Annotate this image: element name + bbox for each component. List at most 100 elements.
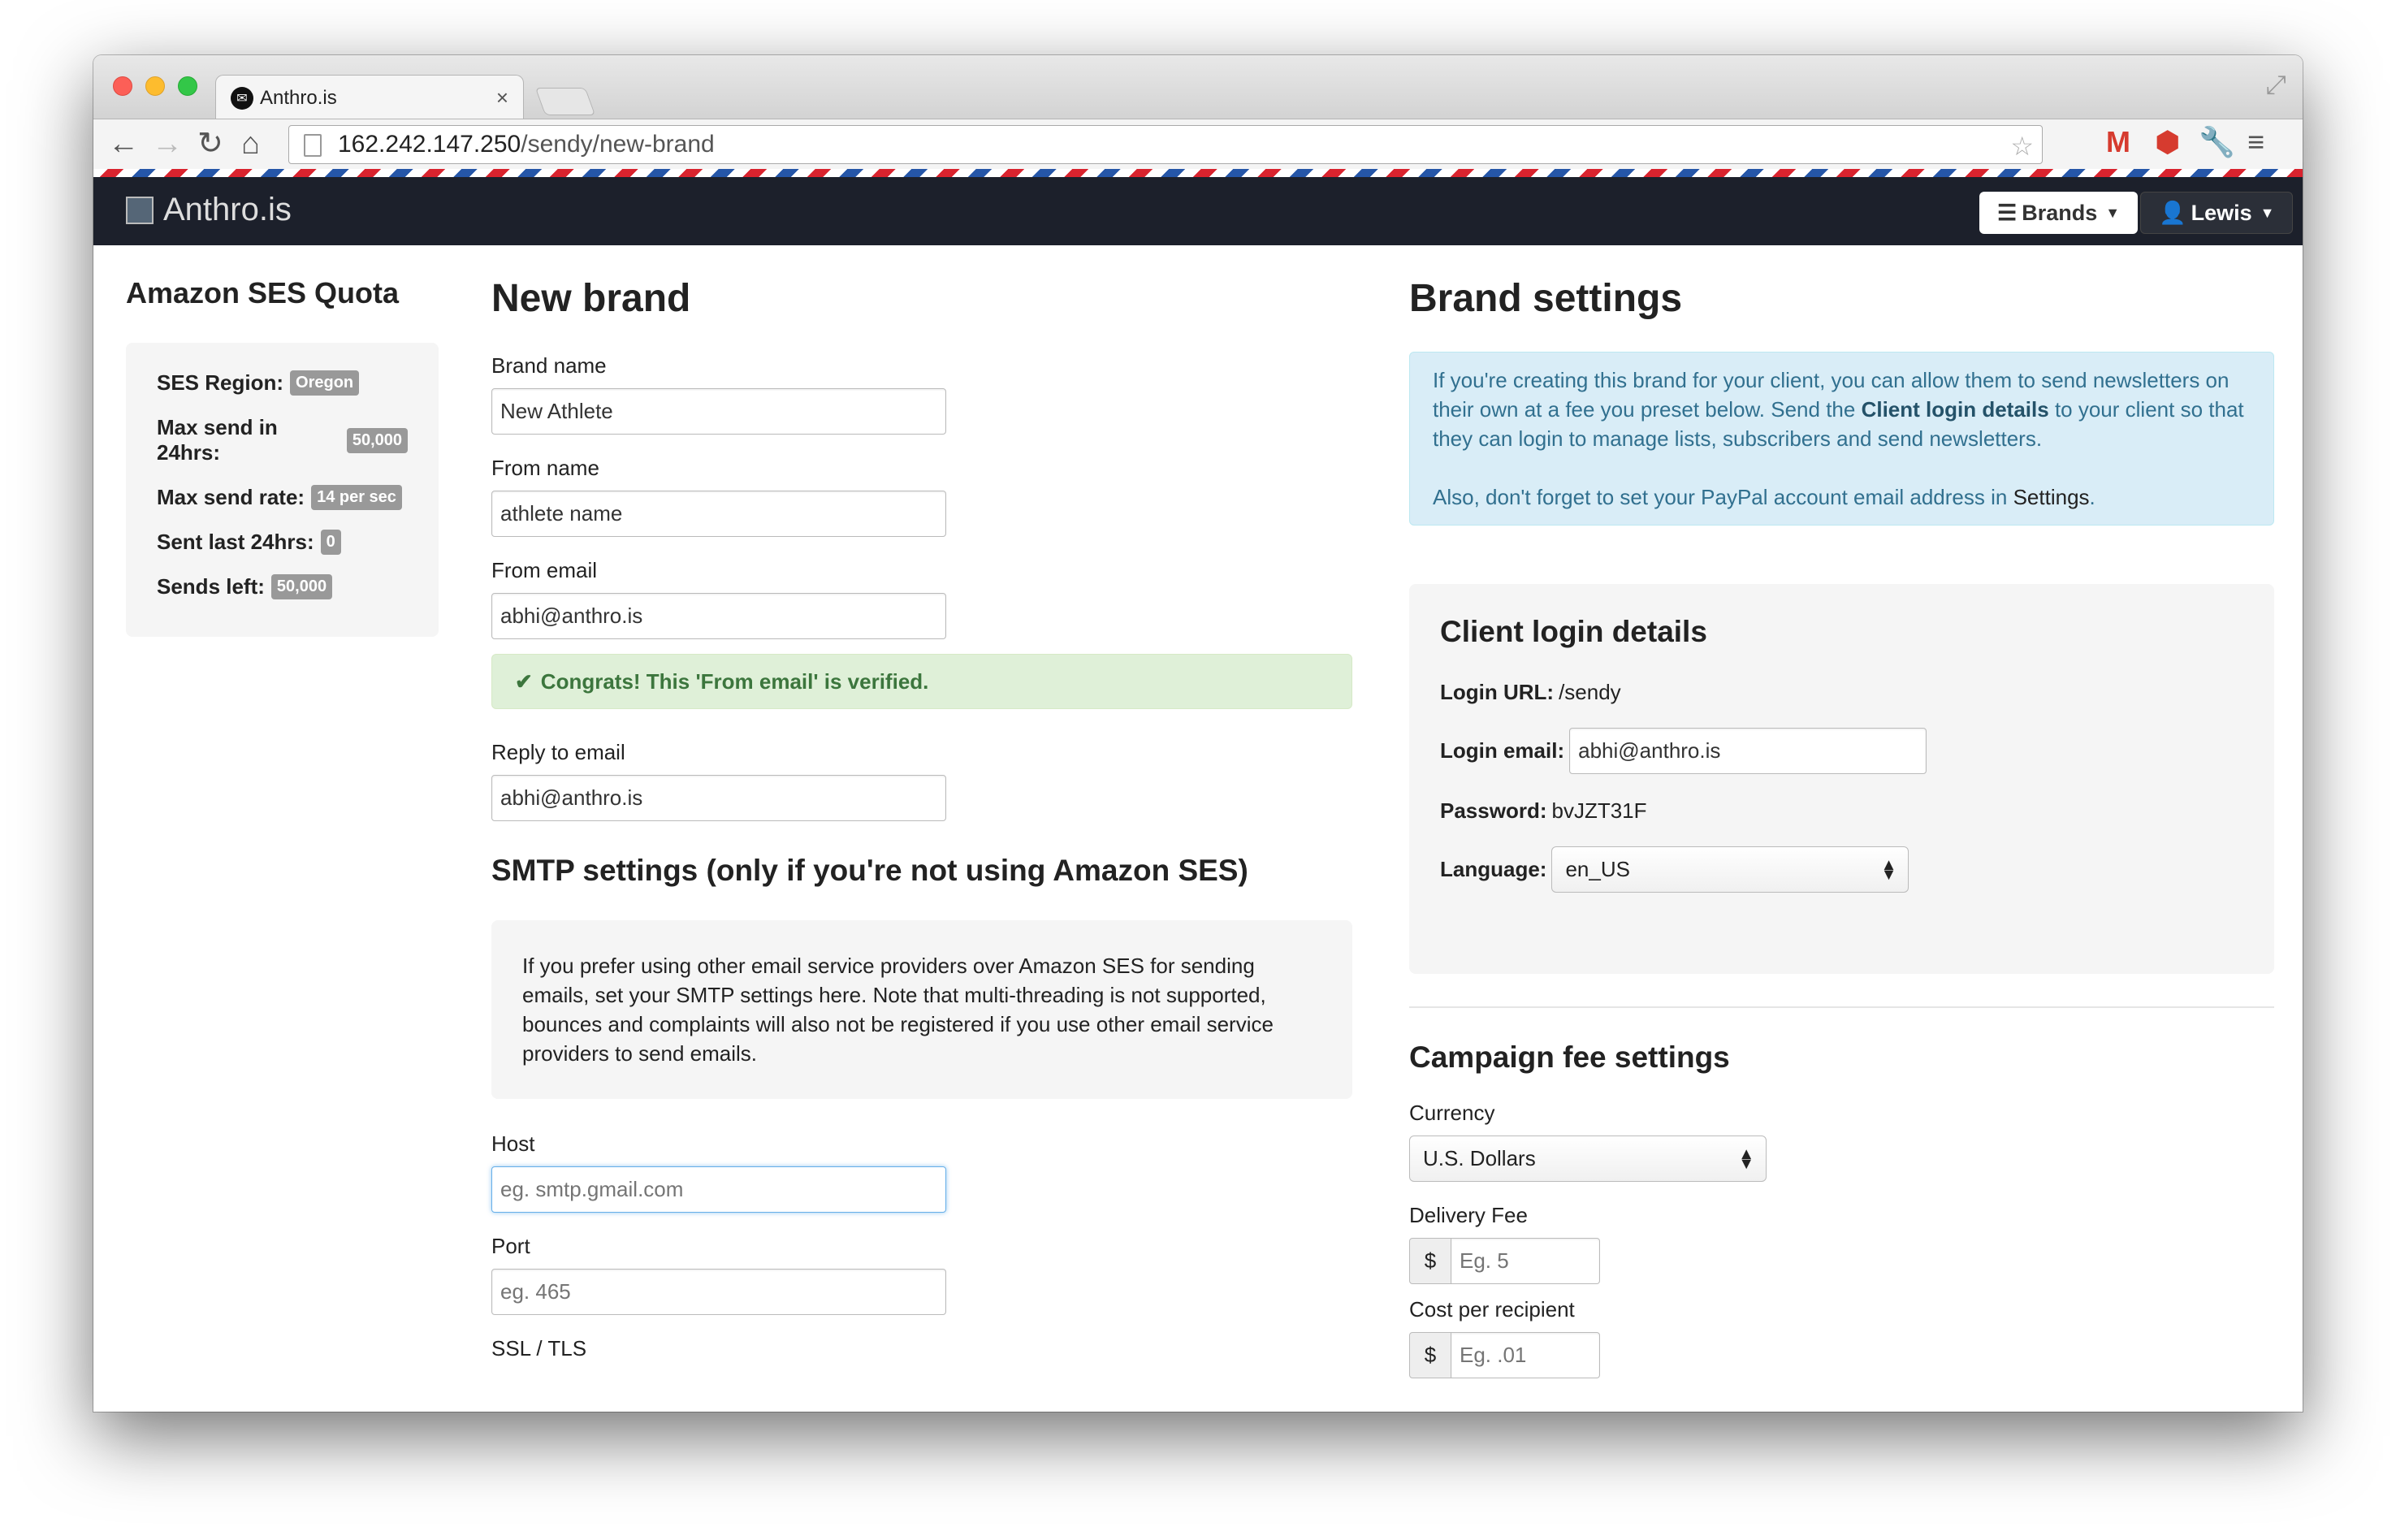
page-title: New brand [491,277,691,320]
cost-recipient-input-group: $ [1409,1332,1600,1378]
reply-email-input[interactable] [491,775,946,821]
from-email-input[interactable] [491,593,946,639]
quota-label: SES Region: [157,370,284,395]
ses-quota-sidebar: Amazon SES Quota SES Region: Oregon Max … [126,245,439,637]
tab-title: Anthro.is [260,86,337,109]
login-url-label: Login URL: [1440,680,1555,704]
user-dropdown-button[interactable]: 👤 Lewis ▼ [2140,192,2294,234]
zoom-window-button[interactable] [178,76,197,96]
reply-email-group: Reply to email [491,740,1352,821]
client-info-alert: If you're creating this brand for your c… [1409,352,2274,526]
language-row: Language: en_US ▲ ▼ [1440,846,2243,893]
section-divider [1409,1006,2274,1008]
caret-down-icon: ▼ [2260,204,2275,221]
login-email-label: Login email: [1440,738,1565,763]
login-url-row: Login URL: /sendy [1440,680,2243,705]
cost-recipient-group: Cost per recipient $ [1409,1297,2274,1378]
currency-select[interactable]: U.S. Dollars ▲ ▼ [1409,1136,1767,1182]
airmail-stripe [93,169,2303,177]
quota-label: Max send rate: [157,485,305,509]
quota-label: Max send in 24hrs: [157,415,278,465]
browser-tab[interactable]: ✉ Anthro.is × [215,75,524,120]
from-name-label: From name [491,456,599,480]
quota-badge: 50,000 [346,427,408,453]
browser-window: ✉ Anthro.is × ⤢ ← → ↻ ⌂ 162.242.147.250/… [93,55,2303,1412]
quota-badge: 0 [320,530,341,555]
select-arrows-icon: ▲ ▼ [1880,855,1897,884]
delivery-fee-group: Delivery Fee $ [1409,1203,2274,1284]
close-window-button[interactable] [113,76,132,96]
back-arrow-icon[interactable]: ← [108,128,139,160]
user-icon: 👤 [2159,201,2186,225]
bookmark-star-icon[interactable]: ☆ [2010,131,2034,162]
language-select[interactable]: en_US ▲ ▼ [1551,846,1909,893]
verified-alert: ✔ Congrats! This 'From email' is verifie… [491,654,1352,709]
from-name-input[interactable] [491,491,946,537]
broken-logo-icon [126,196,154,224]
list-icon: ☰ [1997,200,2018,225]
home-icon[interactable]: ⌂ [241,128,260,160]
ssl-label: SSL / TLS [491,1336,587,1360]
currency-group: Currency U.S. Dollars ▲ ▼ [1409,1101,2274,1182]
client-login-title: Client login details [1440,615,1707,648]
language-label: Language: [1440,857,1547,881]
password-label: Password: [1440,798,1547,823]
cost-recipient-label: Cost per recipient [1409,1297,1575,1322]
verified-message: Congrats! This 'From email' is verified. [540,668,929,694]
from-email-label: From email [491,558,598,582]
quota-row: Max send in 24hrs: 50,000 [157,415,408,465]
tab-close-icon[interactable]: × [496,85,508,110]
host-input[interactable] [491,1166,946,1213]
url-path: /sendy/new-brand [521,131,715,158]
quota-badge: Oregon [290,370,360,396]
settings-link[interactable]: Settings [2013,485,2090,509]
brands-dropdown-button[interactable]: ☰ Brands ▼ [1979,192,2139,234]
user-label: Lewis [2191,200,2252,225]
client-login-well: Client login details Login URL: /sendy L… [1409,584,2274,974]
quota-badge: 14 per sec [311,485,402,510]
new-tab-button[interactable] [534,88,596,115]
quota-badge: 50,000 [270,574,333,599]
quota-label: Sends left: [157,574,265,599]
port-group: Port [491,1234,1352,1315]
page-icon [304,134,322,157]
language-value: en_US [1565,857,1630,881]
port-input[interactable] [491,1269,946,1315]
wrench-icon[interactable]: 🔧 [2199,126,2235,158]
dollar-addon: $ [1409,1238,1451,1284]
currency-value: U.S. Dollars [1423,1146,1536,1170]
smtp-note: If you prefer using other email service … [491,920,1352,1099]
fullscreen-icon[interactable]: ⤢ [2265,70,2286,101]
gmail-icon[interactable]: M [2106,126,2130,158]
cost-recipient-input[interactable] [1451,1332,1600,1378]
quota-well: SES Region: Oregon Max send in 24hrs: 50… [126,343,439,637]
brand-settings: Brand settings If you're creating this b… [1409,245,2274,1399]
brand-link[interactable]: Anthro.is [126,192,292,228]
login-email-row: Login email: [1440,728,2243,774]
address-bar[interactable]: 162.242.147.250/sendy/new-brand ☆ [288,125,2043,164]
forward-arrow-icon[interactable]: → [152,128,183,160]
info-bold: Client login details [1861,397,2049,422]
quota-row: Max send rate: 14 per sec [157,485,408,510]
reload-icon[interactable]: ↻ [197,128,223,160]
adblock-icon[interactable]: ⬢ [2155,126,2180,158]
new-brand-form: New brand Brand name From name From emai… [491,245,1352,1371]
minimize-window-button[interactable] [145,76,165,96]
login-url-value: /sendy [1559,680,1621,704]
menu-icon[interactable]: ≡ [2247,126,2264,158]
brand-name-group: Brand name [491,353,1352,435]
delivery-fee-input[interactable] [1451,1238,1600,1284]
currency-label: Currency [1409,1101,1495,1125]
delivery-fee-input-group: $ [1409,1238,1600,1284]
brand-name-input[interactable] [491,388,946,435]
info-period: . [2089,485,2095,509]
from-email-group: From email [491,558,1352,639]
url-host: 162.242.147.250 [338,131,521,158]
check-icon: ✔ [515,668,533,694]
brand-name: Anthro.is [163,192,292,227]
from-name-group: From name [491,456,1352,537]
quota-row: Sent last 24hrs: 0 [157,530,408,555]
login-email-input[interactable] [1569,728,1927,774]
info-paypal-text: Also, don't forget to set your PayPal ac… [1433,485,2013,509]
password-row: Password: bvJZT31F [1440,798,2243,824]
